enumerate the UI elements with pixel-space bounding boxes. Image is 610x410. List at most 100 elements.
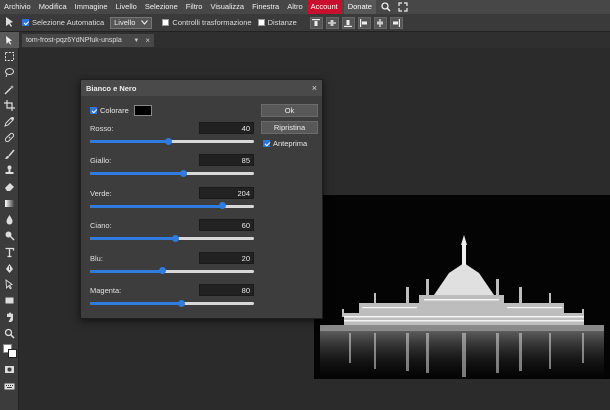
move-tool-options-icon xyxy=(4,16,16,30)
account-button[interactable]: Account xyxy=(306,0,342,14)
green-value-input[interactable]: 204 xyxy=(199,186,254,199)
align-left-button[interactable] xyxy=(357,16,371,29)
background-color-swatch[interactable] xyxy=(8,348,17,358)
menu-item-altro[interactable]: Altro xyxy=(283,0,306,14)
shape-tool-icon[interactable] xyxy=(0,293,19,309)
path-select-tool-icon[interactable] xyxy=(0,276,19,292)
hand-tool-icon[interactable] xyxy=(0,309,19,325)
chevron-down-icon xyxy=(141,20,149,25)
distances-checkbox[interactable] xyxy=(257,19,265,26)
cyan-slider[interactable] xyxy=(90,234,254,242)
green-slider-fill xyxy=(90,204,223,208)
align-center-button[interactable] xyxy=(373,16,387,29)
align-right-button[interactable] xyxy=(389,16,403,29)
green-slider-thumb[interactable] xyxy=(219,202,226,210)
color-swatches-icon[interactable] xyxy=(0,342,19,362)
dodge-tool-icon[interactable] xyxy=(0,228,19,244)
type-tool-icon[interactable] xyxy=(0,244,19,260)
donate-button[interactable]: Donate xyxy=(343,0,376,14)
menu-item-modifica[interactable]: Modifica xyxy=(35,0,71,14)
document-tab[interactable]: tom-frost-pqz6YdNPfuk-unspla ▼ × xyxy=(22,34,154,47)
preview-option[interactable]: Anteprima xyxy=(263,139,307,148)
red-value-input[interactable]: 40 xyxy=(199,122,254,134)
fullscreen-icon[interactable] xyxy=(396,0,410,14)
distances-label: Distanze xyxy=(267,18,297,27)
transform-controls-option[interactable]: Controlli trasformazione xyxy=(162,18,252,27)
auto-select-option[interactable]: Selezione Automatica xyxy=(22,18,104,27)
lasso-tool-icon[interactable] xyxy=(0,65,19,81)
parliament-photo xyxy=(314,195,610,379)
auto-select-label: Selezione Automatica xyxy=(32,18,105,27)
magenta-value-input[interactable]: 80 xyxy=(199,284,254,296)
menu-item-visualizza[interactable]: Visualizza xyxy=(206,0,248,14)
menu-bar: Archivio Modifica Immagine Livello Selez… xyxy=(0,0,610,14)
menu-item-selezione[interactable]: Selezione xyxy=(141,0,182,14)
magic-wand-tool-icon[interactable] xyxy=(0,81,19,97)
yellow-slider-thumb[interactable] xyxy=(179,169,187,177)
red-slider-label: Rosso: xyxy=(90,124,114,133)
yellow-slider-label: Giallo: xyxy=(90,156,112,166)
green-slider[interactable] xyxy=(90,202,254,210)
dialog-header[interactable]: Bianco e Nero × xyxy=(81,80,322,96)
layer-select[interactable]: Livello xyxy=(110,16,153,29)
brush-tool-icon[interactable] xyxy=(0,146,19,162)
red-slider-thumb[interactable] xyxy=(165,137,173,145)
blue-slider-thumb[interactable] xyxy=(158,267,166,275)
tools-panel xyxy=(0,32,19,410)
reset-button[interactable]: Ripristina xyxy=(261,121,318,134)
yellow-slider[interactable] xyxy=(90,169,254,177)
transform-controls-checkbox[interactable] xyxy=(162,19,170,26)
align-top-button[interactable] xyxy=(309,16,323,29)
menu-item-immagine[interactable]: Immagine xyxy=(71,0,112,14)
magenta-slider-fill xyxy=(90,302,182,305)
gradient-tool-icon[interactable] xyxy=(0,195,19,211)
cyan-value-input[interactable]: 60 xyxy=(199,219,254,232)
eyedropper-tool-icon[interactable] xyxy=(0,113,19,129)
magenta-slider-thumb[interactable] xyxy=(178,299,186,307)
blue-slider[interactable] xyxy=(90,267,254,275)
preview-checkbox[interactable] xyxy=(263,140,270,147)
layer-select-value: Livello xyxy=(114,17,136,27)
align-bottom-button[interactable] xyxy=(341,16,355,29)
preview-label: Anteprima xyxy=(273,139,308,148)
blue-slider-label: Blu: xyxy=(90,253,103,263)
menu-item-filtro[interactable]: Filtro xyxy=(182,0,207,14)
clone-stamp-tool-icon[interactable] xyxy=(0,162,19,178)
red-slider[interactable] xyxy=(90,137,254,145)
cyan-slider-fill xyxy=(90,237,176,241)
yellow-value-input[interactable]: 85 xyxy=(199,154,254,167)
auto-select-checkbox[interactable] xyxy=(22,19,29,26)
crop-tool-icon[interactable] xyxy=(0,97,19,113)
options-bar: Selezione Automatica Livello Controlli t… xyxy=(0,14,610,32)
cyan-slider-thumb[interactable] xyxy=(171,234,179,242)
blue-value-input[interactable]: 20 xyxy=(199,251,254,264)
transform-controls-label: Controlli trasformazione xyxy=(172,18,252,27)
align-middle-button[interactable] xyxy=(325,16,339,29)
blur-tool-icon[interactable] xyxy=(0,211,19,227)
search-icon[interactable] xyxy=(379,0,393,14)
magenta-slider[interactable] xyxy=(90,299,254,307)
colorize-checkbox[interactable] xyxy=(90,107,97,114)
dialog-title: Bianco e Nero xyxy=(86,83,137,93)
keyboard-icon[interactable] xyxy=(0,378,19,394)
distances-option[interactable]: Distanze xyxy=(257,18,297,27)
menu-item-finestra[interactable]: Finestra xyxy=(248,0,283,14)
colorize-color-swatch[interactable] xyxy=(133,105,152,116)
ok-button[interactable]: Ok xyxy=(261,104,318,117)
close-icon[interactable]: × xyxy=(145,36,150,45)
chevron-down-icon[interactable]: ▼ xyxy=(133,38,139,44)
black-white-dialog: Bianco e Nero × Colorare Rosso: 40 Giallo:… xyxy=(80,79,323,319)
menu-item-archivio[interactable]: Archivio xyxy=(0,0,35,14)
move-tool-icon[interactable] xyxy=(0,32,19,49)
colorize-option[interactable]: Colorare xyxy=(90,105,152,116)
marquee-tool-icon[interactable] xyxy=(0,48,19,64)
pen-tool-icon[interactable] xyxy=(0,260,19,276)
menu-item-livello[interactable]: Livello xyxy=(112,0,141,14)
eraser-tool-icon[interactable] xyxy=(0,179,19,195)
close-icon[interactable]: × xyxy=(312,83,317,93)
quick-mask-icon[interactable] xyxy=(0,362,19,378)
blue-slider-fill xyxy=(90,269,163,273)
healing-tool-icon[interactable] xyxy=(0,130,19,146)
zoom-tool-icon[interactable] xyxy=(0,325,19,341)
document-image[interactable] xyxy=(314,195,610,379)
